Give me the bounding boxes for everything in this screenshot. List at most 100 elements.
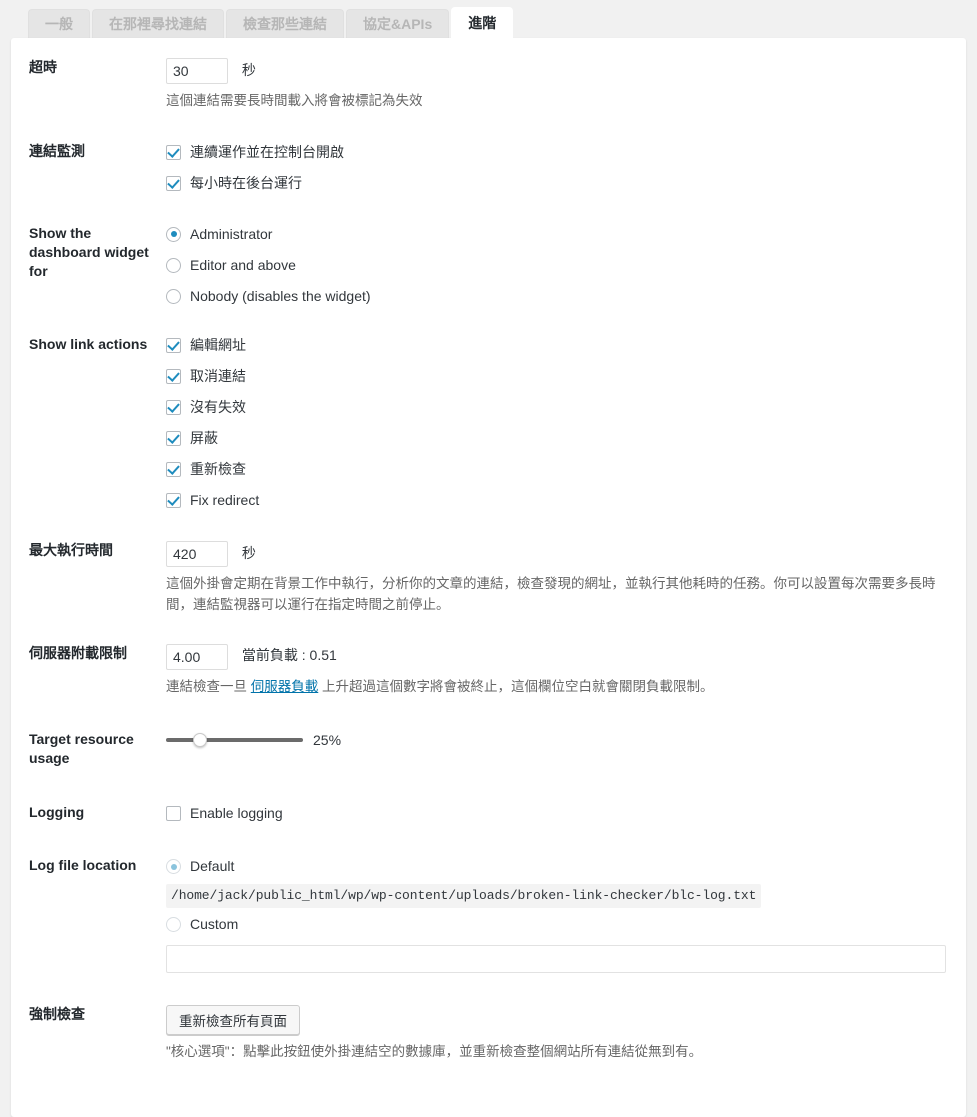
logging-label: Logging	[29, 804, 85, 821]
dashboard-widget-label: Show the dashboard widget for	[29, 224, 149, 279]
monitor-option-label: 連續運作並在控制台開啟	[190, 143, 344, 160]
recheck-all-pages-button[interactable]: 重新檢查所有頁面	[166, 1004, 300, 1035]
target-resource-usage-field: 25%	[166, 712, 966, 786]
slider-handle[interactable]	[193, 733, 208, 748]
checkbox-icon[interactable]	[166, 144, 181, 160]
monitor-option-label: 每小時在後台運行	[190, 174, 302, 191]
checkbox-icon[interactable]	[166, 368, 181, 384]
force-recheck-field: 重新檢查所有頁面 "核心選項"：點擊此按鈕使外掛連結空的數據庫，並重新檢查整個網…	[166, 987, 966, 1081]
timeout-field: 秒 這個連結需要長時間載入將會被標記為失效	[166, 38, 966, 124]
radio-icon[interactable]	[166, 288, 181, 304]
log-location-custom-input[interactable]	[166, 944, 946, 973]
timeout-description: 這個連結需要長時間載入將會被標記為失效	[166, 93, 423, 108]
server-load-desc-before: 連結檢查一旦	[166, 678, 251, 694]
radio-icon[interactable]	[166, 859, 181, 875]
timeout-input[interactable]	[166, 58, 228, 84]
row-logging: Logging Enable logging	[11, 785, 966, 840]
row-force-recheck: 強制檢查 重新檢查所有頁面 "核心選項"：點擊此按鈕使外掛連結空的數據庫，並重新…	[11, 987, 966, 1081]
max-execution-time-input[interactable]	[166, 540, 228, 567]
checkbox-icon[interactable]	[166, 399, 181, 415]
current-load-text: 當前負載 : 0.51	[241, 647, 337, 664]
tab-protocols-apis[interactable]: 協定&APIs	[346, 9, 450, 38]
slider-track	[166, 738, 303, 743]
radio-icon[interactable]	[166, 257, 181, 273]
monitor-option-hourly[interactable]: 每小時在後台運行	[166, 173, 946, 194]
server-load-link[interactable]: 伺服器負載	[251, 679, 319, 694]
server-load-desc-after: 上升超過這個數字將會被終止，這個欄位空白就會關閉負載限制。	[318, 678, 714, 694]
target-resource-usage-value: 25%	[313, 731, 342, 748]
timeout-unit: 秒	[241, 61, 256, 78]
max-execution-time-unit: 秒	[241, 544, 256, 561]
log-location-default-label: Default	[190, 858, 235, 875]
tab-where-to-look[interactable]: 在那裡尋找連結	[92, 9, 224, 38]
target-resource-usage-label: Target resource usage	[29, 730, 134, 766]
link-action-unlink[interactable]: 取消連結	[166, 366, 946, 387]
tab-advanced[interactable]: 進階	[451, 7, 514, 38]
timeout-label: 超時	[29, 59, 57, 75]
server-load-limit-field: 當前負載 : 0.51 連結檢查一旦 伺服器負載 上升超過這個數字將會被終止，這…	[166, 628, 966, 712]
dashboard-role-administrator[interactable]: Administrator	[166, 224, 946, 245]
row-link-monitor: 連結監測 連續運作並在控制台開啟 每小時在後台運行	[11, 124, 966, 204]
force-recheck-description: "核心選項"：點擊此按鈕使外掛連結空的數據庫，並重新檢查整個網站所有連結從無到有…	[166, 1043, 703, 1059]
dashboard-role-label: Administrator	[190, 225, 273, 242]
link-action-recheck[interactable]: 重新檢查	[166, 459, 946, 480]
log-location-custom-option[interactable]: Custom	[166, 914, 946, 935]
row-dashboard-widget: Show the dashboard widget for Administra…	[11, 204, 966, 317]
max-execution-time-field: 秒 這個外掛會定期在背景工作中執行，分析你的文章的連結，檢查發現的網址，並執行其…	[166, 525, 966, 628]
row-max-execution-time: 最大執行時間 秒 這個外掛會定期在背景工作中執行，分析你的文章的連結，檢查發現的…	[11, 525, 966, 628]
tab-general[interactable]: 一般	[28, 9, 90, 38]
target-resource-slider[interactable]	[166, 733, 303, 748]
checkbox-icon[interactable]	[166, 492, 181, 508]
enable-logging-label: Enable logging	[190, 805, 283, 822]
log-location-custom-label: Custom	[190, 915, 239, 932]
dashboard-role-editor-and-above[interactable]: Editor and above	[166, 255, 946, 276]
settings-form: 超時 秒 這個連結需要長時間載入將會被標記為失效 連結監測 連續運作並在控制台開…	[11, 38, 966, 1081]
link-action-edit-url[interactable]: 編輯網址	[166, 335, 946, 356]
enable-logging-option[interactable]: Enable logging	[166, 803, 946, 824]
logging-field: Enable logging	[166, 785, 966, 840]
tab-which-links[interactable]: 檢查那些連結	[226, 9, 344, 38]
server-load-limit-description: 連結檢查一旦 伺服器負載 上升超過這個數字將會被終止，這個欄位空白就會關閉負載限…	[166, 677, 946, 698]
force-recheck-label: 強制檢查	[29, 1005, 85, 1022]
checkbox-icon[interactable]	[166, 337, 181, 353]
link-action-fix-redirect[interactable]: Fix redirect	[166, 490, 946, 511]
log-location-options: Default /home/jack/public_html/wp/wp-con…	[166, 856, 946, 973]
link-monitor-label: 連結監測	[29, 142, 85, 159]
dashboard-role-nobody[interactable]: Nobody (disables the widget)	[166, 286, 946, 307]
row-target-resource-usage: Target resource usage 25%	[11, 712, 966, 786]
radio-icon[interactable]	[166, 226, 181, 242]
checkbox-icon[interactable]	[166, 461, 181, 477]
row-log-file-location: Log file location Default /home/jack/pub…	[11, 840, 966, 987]
target-resource-slider-row: 25%	[166, 730, 946, 751]
link-action-not-broken[interactable]: 沒有失效	[166, 397, 946, 418]
checkbox-icon[interactable]	[166, 430, 181, 446]
link-action-label: 編輯網址	[190, 336, 246, 353]
server-load-limit-label: 伺服器附載限制	[29, 644, 127, 661]
link-monitor-field: 連續運作並在控制台開啟 每小時在後台運行	[166, 124, 966, 204]
log-default-path: /home/jack/public_html/wp/wp-content/upl…	[166, 884, 762, 908]
link-actions-field: 編輯網址 取消連結 沒有失效 屏蔽 重新檢查 Fix redirect	[166, 317, 966, 525]
link-action-dismiss[interactable]: 屏蔽	[166, 428, 946, 449]
link-action-label: 屏蔽	[190, 429, 218, 446]
row-timeout: 超時 秒 這個連結需要長時間載入將會被標記為失效	[11, 38, 966, 124]
log-file-location-label: Log file location	[29, 857, 137, 874]
advanced-settings-panel: 超時 秒 這個連結需要長時間載入將會被標記為失效 連結監測 連續運作並在控制台開…	[11, 38, 966, 1117]
checkbox-icon[interactable]	[166, 806, 181, 822]
log-location-default-option[interactable]: Default	[166, 856, 946, 877]
link-action-label: 取消連結	[190, 367, 246, 384]
monitor-option-continuous[interactable]: 連續運作並在控制台開啟	[166, 142, 946, 163]
dashboard-role-label: Nobody (disables the widget)	[190, 287, 371, 304]
radio-icon[interactable]	[166, 916, 181, 932]
row-link-actions: Show link actions 編輯網址 取消連結 沒有失效 屏蔽 重新檢查…	[11, 317, 966, 525]
link-action-label: Fix redirect	[190, 491, 260, 508]
dashboard-role-label: Editor and above	[190, 256, 296, 273]
settings-tab-bar: 一般 在那裡尋找連結 檢查那些連結 協定&APIs 進階	[0, 0, 977, 38]
log-file-location-field: Default /home/jack/public_html/wp/wp-con…	[166, 840, 966, 987]
row-server-load-limit: 伺服器附載限制 當前負載 : 0.51 連結檢查一旦 伺服器負載 上升超過這個數…	[11, 628, 966, 712]
server-load-limit-input[interactable]	[166, 643, 228, 670]
max-execution-time-label: 最大執行時間	[29, 541, 113, 558]
max-execution-time-description: 這個外掛會定期在背景工作中執行，分析你的文章的連結，檢查發現的網址，並執行其他耗…	[166, 575, 936, 612]
checkbox-icon[interactable]	[166, 175, 181, 191]
link-action-label: 沒有失效	[190, 398, 246, 415]
dashboard-widget-field: Administrator Editor and above Nobody (d…	[166, 204, 966, 317]
